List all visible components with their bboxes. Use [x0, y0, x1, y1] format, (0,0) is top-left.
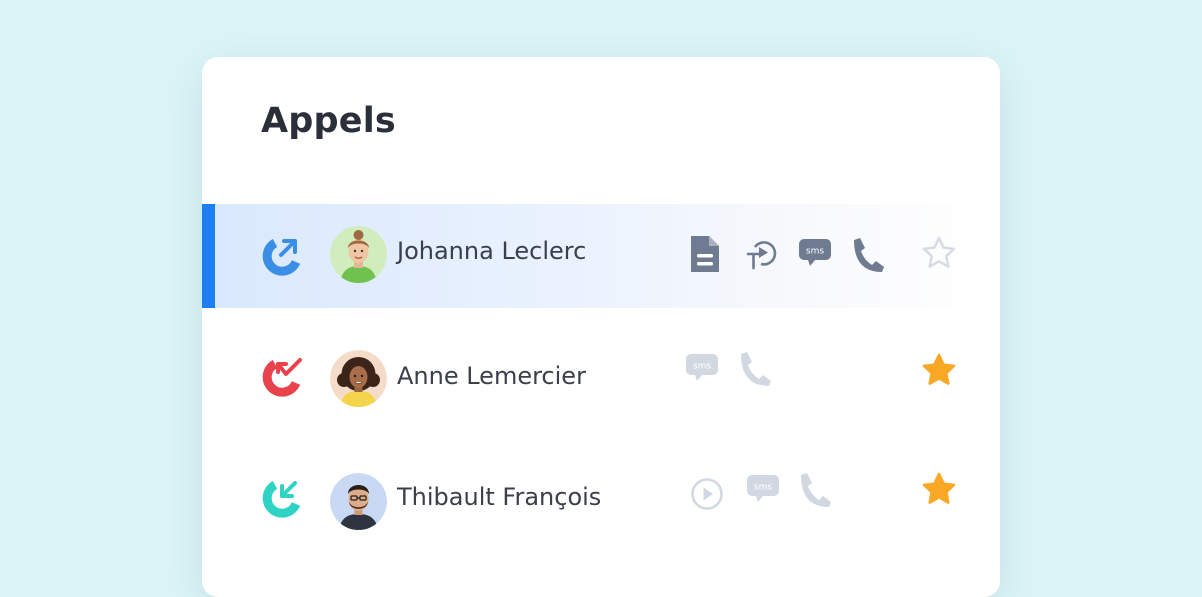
contact-name[interactable]: Anne Lemercier: [397, 362, 586, 390]
phone-icon[interactable]: [797, 471, 833, 509]
play-icon[interactable]: [690, 477, 724, 511]
sms-label: sms: [806, 247, 824, 257]
phone-icon[interactable]: [850, 236, 886, 274]
avatar: [330, 350, 387, 407]
star-outline-icon[interactable]: [920, 234, 958, 272]
avatar: [330, 226, 387, 283]
calls-panel: Appels Johanna Leclerc sms Anne Lemercie…: [202, 57, 1000, 597]
missed-call-icon: [262, 358, 302, 397]
star-filled-icon[interactable]: [920, 351, 958, 389]
sms-icon[interactable]: sms: [685, 353, 719, 383]
page-title: Appels: [261, 101, 396, 141]
call-row-anne-lemercier[interactable]: Anne Lemercier sms: [202, 329, 1000, 433]
incoming-call-icon: [262, 481, 301, 518]
sms-icon[interactable]: sms: [746, 474, 780, 504]
avatar: [330, 473, 387, 530]
phone-icon[interactable]: [737, 350, 773, 388]
contact-name[interactable]: Johanna Leclerc: [397, 237, 586, 265]
star-filled-icon[interactable]: [920, 470, 958, 508]
document-icon[interactable]: [688, 234, 722, 274]
sms-label: sms: [754, 483, 772, 493]
transcript-play-icon[interactable]: [745, 237, 779, 271]
contact-name[interactable]: Thibault François: [397, 483, 601, 511]
call-row-thibault-francois[interactable]: Thibault François sms: [202, 450, 1000, 554]
selected-indicator: [202, 204, 215, 308]
sms-icon[interactable]: sms: [798, 238, 832, 268]
outgoing-call-icon: [262, 239, 301, 276]
call-row-johanna-leclerc[interactable]: Johanna Leclerc sms: [202, 204, 1000, 308]
sms-label: sms: [693, 362, 711, 372]
